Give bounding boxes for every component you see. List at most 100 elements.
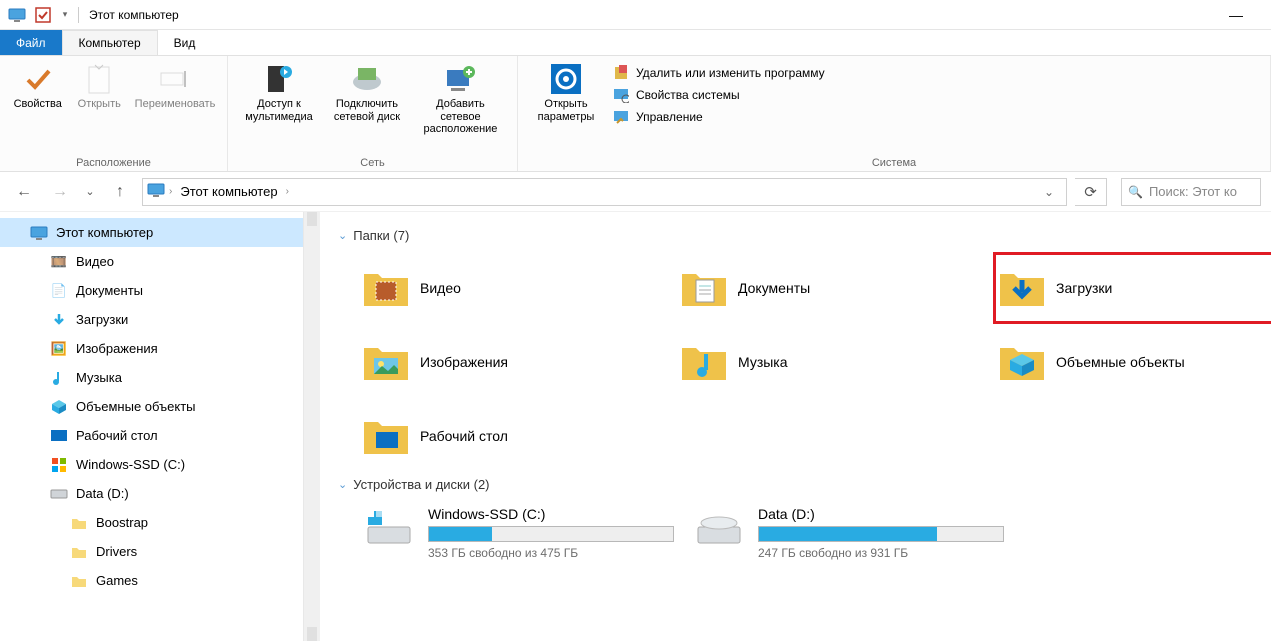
- media-access-button[interactable]: Доступ к мультимедиа: [236, 60, 322, 125]
- pictures-icon: 🖼️: [50, 340, 68, 358]
- videos-folder-icon: [362, 264, 410, 312]
- ribbon-group-network: Доступ к мультимедиа Подключить сетевой …: [228, 56, 518, 171]
- folder-downloads[interactable]: Загрузки: [994, 253, 1271, 323]
- ribbon-group-location: Свойства Открыть Переименовать Расположе…: [0, 56, 228, 171]
- title-bar: ▾ Этот компьютер —: [0, 0, 1271, 30]
- folder-desktop[interactable]: Рабочий стол: [358, 401, 668, 471]
- breadcrumb-sep-icon[interactable]: ›: [286, 186, 289, 197]
- address-dropdown-icon[interactable]: ⌄: [1036, 185, 1062, 199]
- chevron-down-icon: ⌄: [338, 229, 347, 242]
- open-icon: [82, 62, 116, 96]
- tree-d-drive[interactable]: Data (D:): [0, 479, 303, 508]
- system-properties-button[interactable]: Свойства системы: [612, 86, 825, 104]
- drive-d-bar: [758, 526, 1004, 542]
- tree-drivers[interactable]: Drivers: [0, 537, 303, 566]
- title-divider: [78, 7, 79, 23]
- tree-desktop[interactable]: Рабочий стол: [0, 421, 303, 450]
- computer-icon: [30, 224, 48, 242]
- address-path[interactable]: › Этот компьютер › ⌄: [142, 178, 1067, 206]
- folder-3d-objects[interactable]: Объемные объекты: [994, 327, 1271, 397]
- open-button[interactable]: Открыть: [70, 60, 130, 113]
- gear-icon: [549, 62, 583, 96]
- breadcrumb-sep-icon[interactable]: ›: [169, 186, 172, 197]
- address-bar: ← → ⌄ ↑ › Этот компьютер › ⌄ ⟳ 🔍 Поиск: …: [0, 172, 1271, 212]
- tab-file[interactable]: Файл: [0, 30, 62, 55]
- qat-dropdown-icon[interactable]: ▾: [58, 4, 72, 26]
- network-drive-icon: [350, 62, 384, 96]
- tree-music[interactable]: Музыка: [0, 363, 303, 392]
- add-network-icon: [443, 62, 477, 96]
- chevron-down-icon: ⌄: [338, 478, 347, 491]
- tree-boostrap[interactable]: Boostrap: [0, 508, 303, 537]
- rename-button[interactable]: Переименовать: [131, 60, 219, 113]
- folder-icon: [70, 572, 88, 590]
- minimize-button[interactable]: —: [1219, 3, 1253, 27]
- window-title: Этот компьютер: [89, 8, 179, 22]
- ribbon-tabs: Файл Компьютер Вид: [0, 30, 1271, 56]
- recent-dropdown[interactable]: ⌄: [82, 178, 98, 206]
- folder-videos[interactable]: Видео: [358, 253, 668, 323]
- ribbon: Свойства Открыть Переименовать Расположе…: [0, 56, 1271, 172]
- properties-checkbox-icon[interactable]: [32, 4, 54, 26]
- drive-c[interactable]: Windows-SSD (C:) 353 ГБ свободно из 475 …: [358, 502, 678, 564]
- drive-icon: [50, 485, 68, 503]
- up-button[interactable]: ↑: [106, 178, 134, 206]
- tab-computer[interactable]: Компьютер: [62, 30, 158, 55]
- folder-documents[interactable]: Документы: [676, 253, 986, 323]
- downloads-icon: [50, 311, 68, 329]
- map-drive-button[interactable]: Подключить сетевой диск: [324, 60, 410, 125]
- open-settings-button[interactable]: Открыть параметры: [526, 60, 606, 125]
- tab-view[interactable]: Вид: [158, 30, 212, 55]
- tree-scrollbar[interactable]: [303, 212, 320, 641]
- group-label-system: Система: [526, 155, 1262, 169]
- forward-button[interactable]: →: [46, 178, 74, 206]
- refresh-button[interactable]: ⟳: [1075, 178, 1107, 206]
- manage-button[interactable]: Управление: [612, 108, 825, 126]
- properties-button[interactable]: Свойства: [8, 60, 68, 113]
- folder-pictures[interactable]: Изображения: [358, 327, 668, 397]
- back-button[interactable]: ←: [10, 178, 38, 206]
- folder-icon: [70, 543, 88, 561]
- tree-downloads[interactable]: Загрузки: [0, 305, 303, 334]
- music-folder-icon: [680, 338, 728, 386]
- section-devices-header[interactable]: ⌄ Устройства и диски (2): [338, 477, 1271, 492]
- pictures-folder-icon: [362, 338, 410, 386]
- drive-c-bar: [428, 526, 674, 542]
- search-placeholder: Поиск: Этот ко: [1149, 184, 1237, 199]
- documents-folder-icon: [680, 264, 728, 312]
- section-folders-header[interactable]: ⌄ Папки (7): [338, 228, 1271, 243]
- videos-icon: 🎞️: [50, 253, 68, 271]
- system-properties-icon: [612, 86, 630, 104]
- tree-games[interactable]: Games: [0, 566, 303, 595]
- cube-icon: [50, 398, 68, 416]
- downloads-folder-icon: [998, 264, 1046, 312]
- tree-view[interactable]: Этот компьютер 🎞️ Видео 📄 Документы Загр…: [0, 212, 303, 641]
- folder-music[interactable]: Музыка: [676, 327, 986, 397]
- uninstall-icon: [612, 64, 630, 82]
- group-label-network: Сеть: [236, 155, 509, 169]
- tree-this-pc[interactable]: Этот компьютер: [0, 218, 303, 247]
- desktop-icon: [50, 427, 68, 445]
- windows-drive-icon: [50, 456, 68, 474]
- drive-d[interactable]: Data (D:) 247 ГБ свободно из 931 ГБ: [688, 502, 1008, 564]
- tree-3d-objects[interactable]: Объемные объекты: [0, 392, 303, 421]
- tree-documents[interactable]: 📄 Документы: [0, 276, 303, 305]
- drive-icon: [692, 506, 746, 548]
- 3d-folder-icon: [998, 338, 1046, 386]
- computer-icon[interactable]: [6, 4, 28, 26]
- tree-videos[interactable]: 🎞️ Видео: [0, 247, 303, 276]
- tree-c-drive[interactable]: Windows-SSD (C:): [0, 450, 303, 479]
- tree-pictures[interactable]: 🖼️ Изображения: [0, 334, 303, 363]
- rename-icon: [158, 62, 192, 96]
- folders-grid: Видео Документы Загрузки Изображения Муз…: [358, 253, 1271, 471]
- checkmark-icon: [21, 62, 55, 96]
- search-box[interactable]: 🔍 Поиск: Этот ко: [1121, 178, 1261, 206]
- add-location-button[interactable]: Добавить сетевое расположение: [412, 60, 509, 138]
- breadcrumb-this-pc[interactable]: Этот компьютер: [176, 184, 281, 199]
- uninstall-programs-button[interactable]: Удалить или изменить программу: [612, 64, 825, 82]
- drive-c-info: Windows-SSD (C:) 353 ГБ свободно из 475 …: [428, 506, 674, 560]
- computer-icon: [147, 183, 165, 200]
- quick-access-toolbar: ▾: [6, 4, 72, 26]
- windows-drive-icon: [362, 506, 416, 548]
- search-icon: 🔍: [1128, 185, 1143, 199]
